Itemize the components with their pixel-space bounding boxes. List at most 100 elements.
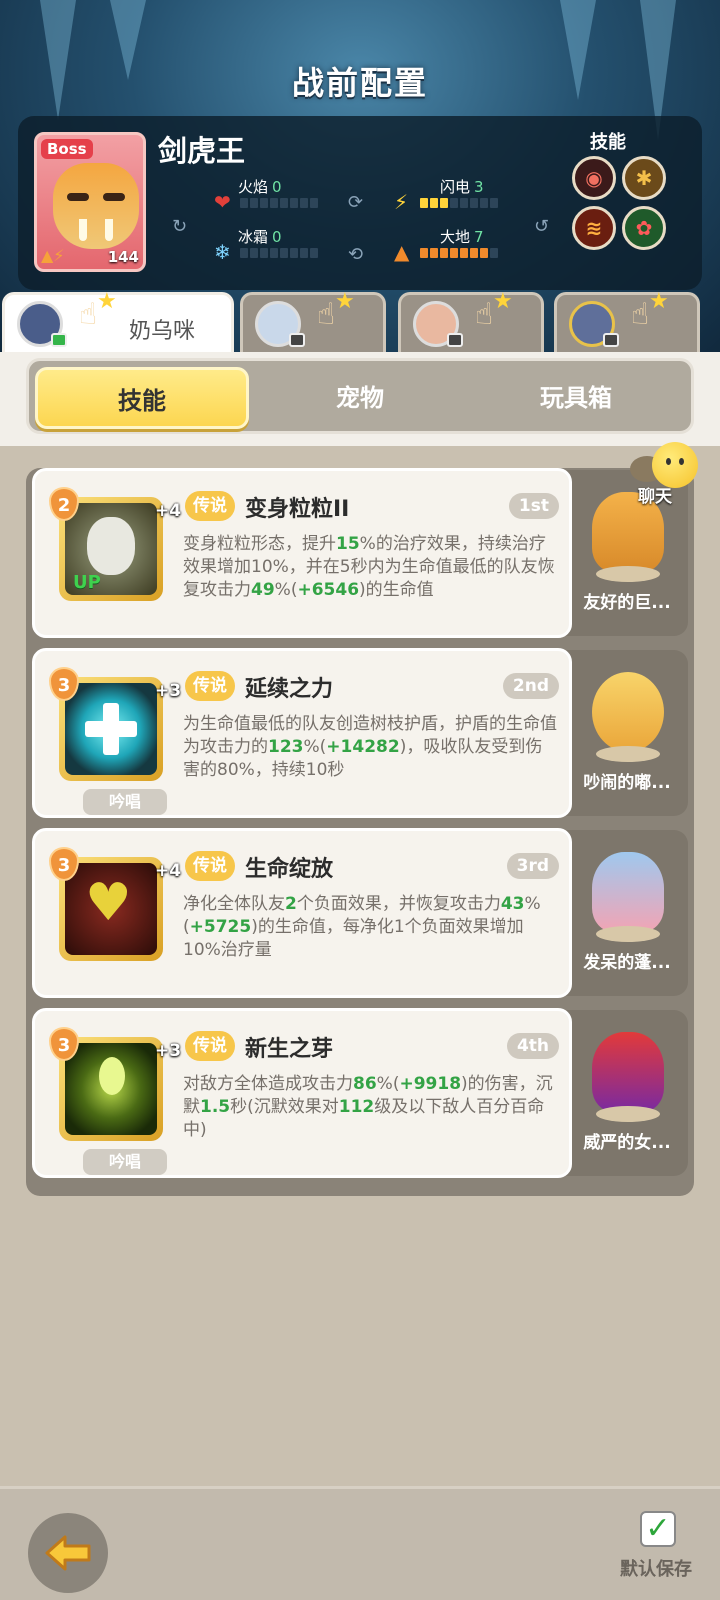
chat-badge-icon	[51, 333, 67, 347]
skill-card-2[interactable]: 3 +3 吟唱 传说 延续之力 2nd 为生命值最低的队友创造树枝护盾，护盾的生…	[32, 648, 572, 818]
rank-tag: 3rd	[506, 853, 559, 879]
bite-icon[interactable]: ◉	[572, 156, 616, 200]
pet-slot-2[interactable]: 吵闹的嘟...	[566, 650, 688, 816]
heal-plant-icon[interactable]: ✿	[622, 206, 666, 250]
chant-tag: 吟唱	[83, 789, 167, 815]
claw-beast-icon[interactable]: ✱	[622, 156, 666, 200]
tab-pets[interactable]: 宠物	[253, 367, 467, 429]
desc-text: 净化全体队友	[183, 894, 285, 914]
hero-tab-4[interactable]: ☝ ★	[554, 289, 700, 354]
skill-title: 变身粒粒II	[245, 497, 350, 522]
cycle-arrow-icon: ↺	[534, 216, 550, 237]
rank-tag: 1st	[508, 493, 559, 519]
earth-icon: ▲	[394, 240, 410, 264]
hero-tab-2[interactable]: ☝ ★	[240, 289, 386, 354]
skill-plus-badge: +4	[155, 861, 182, 881]
stat-bar-segment	[420, 198, 428, 208]
tap-hand-icon: ☝	[79, 297, 98, 332]
skill-card-3[interactable]: ♥ 3 +4 传说 生命绽放 3rd 净化全体队友2个负面效果，并恢复攻击力43…	[32, 828, 572, 998]
skill-description: 净化全体队友2个负面效果，并恢复攻击力43%(+5725)的生命值，每净化1个负…	[183, 893, 559, 962]
stat-bar-segment	[460, 248, 468, 258]
chat-badge-icon	[447, 333, 463, 347]
highlight-value: +6546	[297, 580, 360, 600]
pet-name: 威严的女...	[583, 1133, 671, 1153]
hero-tab-3[interactable]: ☝ ★	[398, 289, 544, 354]
boss-tag: Boss	[41, 139, 93, 159]
desc-text: 对敌方全体造成攻击力	[183, 1074, 353, 1094]
desc-text: 秒(沉默效果对	[230, 1097, 339, 1117]
chat-badge-icon	[289, 333, 305, 347]
cycle-arrow-icon: ↻	[172, 216, 188, 237]
highlight-value: 2	[285, 894, 297, 914]
desc-text: 变身粒粒形态，提升	[183, 534, 336, 554]
tab-skills[interactable]: 技能	[35, 367, 249, 429]
default-save-button[interactable]: ✓ 默认保存	[620, 1511, 710, 1591]
tap-hand-icon: ☝	[475, 297, 494, 332]
highlight-value: 15	[336, 534, 360, 554]
skill-plus-badge: +3	[155, 1041, 182, 1061]
stat-bar-segment	[470, 248, 478, 258]
fire-icon: ❤	[214, 190, 231, 214]
highlight-value: 123	[268, 737, 304, 757]
stat-bar-segment	[310, 248, 318, 258]
saber-tiger-icon	[53, 163, 139, 249]
highlight-value: 112	[338, 1097, 375, 1117]
skill-description: 对敌方全体造成攻击力86%(+9918)的伤害，沉默1.5秒(沉默效果对112级…	[183, 1073, 559, 1142]
pet-slot-3[interactable]: 发呆的蓬...	[566, 830, 688, 996]
pet-slot-4[interactable]: 威严的女...	[566, 1010, 688, 1176]
chat-label: 聊天	[638, 487, 672, 507]
tap-hand-icon: ☝	[317, 297, 336, 332]
rarity-tag: 传说	[185, 1031, 235, 1061]
chat-button[interactable]: 聊天	[630, 442, 710, 508]
fire-slash-icon[interactable]: ≋	[572, 206, 616, 250]
pet-name: 吵闹的嘟...	[583, 773, 671, 793]
stat-bar-segment	[490, 248, 498, 258]
stat-bar-segment	[280, 248, 288, 258]
back-button[interactable]	[28, 1513, 108, 1593]
stat-bar-segment	[260, 198, 268, 208]
stat-bar-segment	[280, 198, 288, 208]
skill-card-1[interactable]: UP 2 +4 传说 变身粒粒II 1st 变身粒粒形态，提升15%的治疗效果，…	[32, 468, 572, 638]
sprout-icon	[65, 1043, 157, 1135]
pet-base	[596, 566, 660, 582]
pet-noisy-bird-icon	[592, 672, 664, 752]
star-icon: ★	[335, 289, 355, 314]
star-icon: ★	[493, 289, 513, 314]
desc-text: %(	[274, 580, 298, 600]
highlight-value: 86	[353, 1074, 377, 1094]
subtab-strip: 技能 宠物 玩具箱	[0, 352, 720, 446]
tab-toybox[interactable]: 玩具箱	[469, 367, 683, 429]
stat-bar-segment	[300, 198, 308, 208]
highlight-value: +14282	[326, 737, 400, 757]
skill-card-4[interactable]: 3 +3 吟唱 传说 新生之芽 4th 对敌方全体造成攻击力86%(+9918)…	[32, 1008, 572, 1178]
chat-badge-icon	[603, 333, 619, 347]
highlight-value: +9918	[399, 1074, 462, 1094]
stat-bar-segment	[470, 198, 478, 208]
star-icon: ★	[97, 289, 117, 314]
up-badge: UP	[73, 572, 101, 593]
page-title: 战前配置	[291, 64, 428, 102]
stat-bar-segment	[450, 198, 458, 208]
pet-base	[596, 926, 660, 942]
boss-level: 144	[107, 248, 139, 266]
snowflake-icon: ❄	[214, 240, 231, 264]
skill-plus-badge: +3	[155, 681, 182, 701]
skill-title: 新生之芽	[245, 1037, 334, 1062]
skill-title: 延续之力	[245, 677, 334, 702]
stat-bar-segment	[250, 248, 258, 258]
save-label: 默认保存	[620, 1559, 692, 1580]
stat-bar-segment	[430, 248, 438, 258]
boss-portrait[interactable]: Boss ▲⚡ 144	[34, 132, 146, 272]
rarity-tag: 传说	[185, 671, 235, 701]
cycle-arrow-icon: ⟳	[348, 192, 364, 213]
star-icon: ★	[649, 289, 669, 314]
pet-dazed-ram-icon	[592, 852, 664, 932]
skill-plus-badge: +4	[155, 501, 182, 521]
hero-tab-1[interactable]: ☝ ★ 奶乌咪	[2, 289, 234, 358]
desc-text: %(	[376, 1074, 400, 1094]
stat-bar-segment	[240, 248, 248, 258]
boss-name: 剑虎王	[158, 134, 246, 168]
highlight-value: 1.5	[200, 1097, 231, 1117]
highlight-value: 49	[251, 580, 275, 600]
pet-name: 发呆的蓬...	[583, 953, 671, 973]
